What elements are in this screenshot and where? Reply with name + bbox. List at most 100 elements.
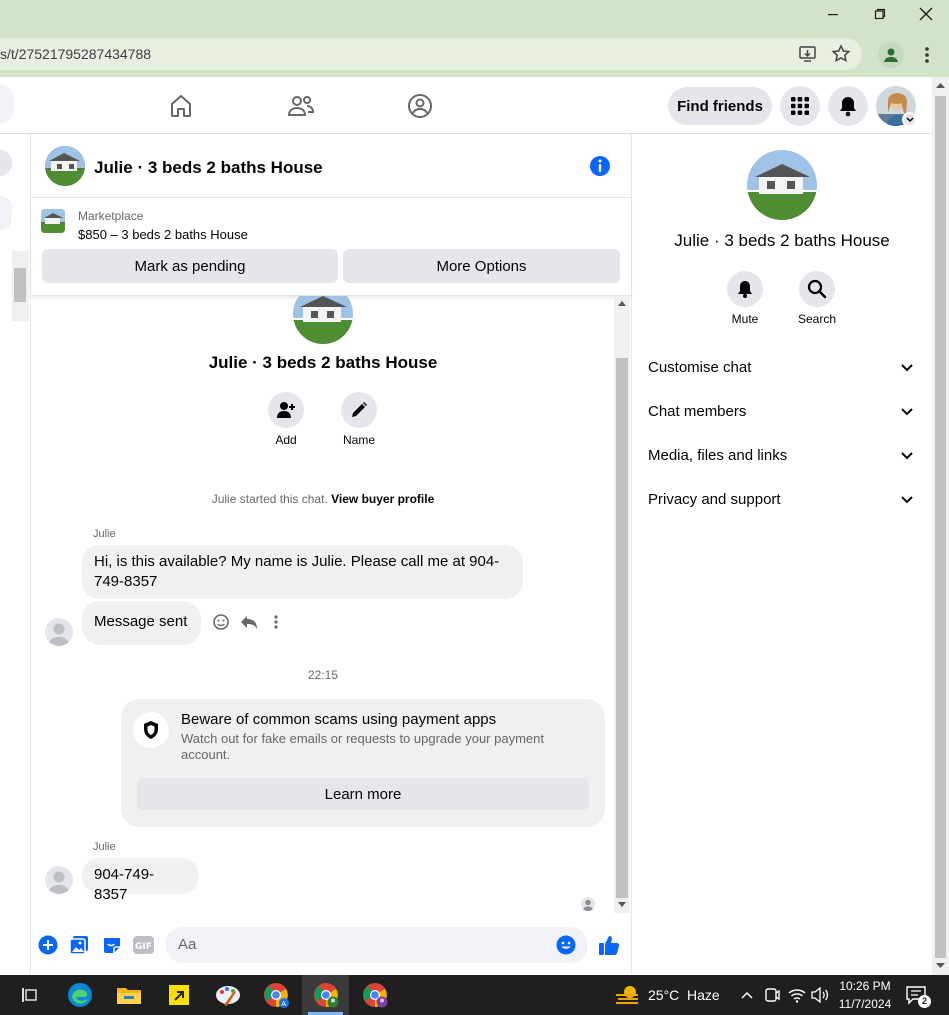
- groups-nav[interactable]: [405, 91, 435, 121]
- clock-time[interactable]: 10:26 PM: [836, 979, 894, 993]
- left-button-fragment[interactable]: [0, 150, 12, 176]
- account-avatar-button[interactable]: [876, 86, 917, 127]
- chevron-down-icon: [901, 408, 913, 416]
- conversation-info-button[interactable]: [589, 155, 611, 177]
- listing-thumbnail[interactable]: [41, 209, 65, 233]
- message-input[interactable]: Aa: [165, 927, 588, 963]
- scroll-up-icon[interactable]: [936, 82, 945, 88]
- browser-menu-button[interactable]: [917, 44, 937, 66]
- reply-button[interactable]: [239, 613, 259, 631]
- paint-app-button[interactable]: [214, 981, 242, 1009]
- restore-button[interactable]: [857, 0, 903, 28]
- learn-more-button[interactable]: Learn more: [137, 778, 589, 810]
- thread-scrollbar[interactable]: [614, 296, 630, 913]
- message-bubble[interactable]: 904-749-8357: [82, 858, 199, 903]
- react-button[interactable]: [212, 613, 230, 631]
- page-scrollbar[interactable]: [932, 77, 949, 975]
- chat-members-section[interactable]: Chat members: [648, 403, 918, 427]
- thread-scrollbar-thumb[interactable]: [616, 358, 628, 898]
- notification-center-button[interactable]: 2: [906, 985, 931, 1008]
- listing-summary[interactable]: $850 – 3 beds 2 baths House: [78, 227, 248, 242]
- gif-button[interactable]: GIF: [133, 936, 154, 954]
- chevron-down-icon: [901, 452, 913, 460]
- privacy-support-section[interactable]: Privacy and support: [648, 491, 918, 515]
- message-bubble[interactable]: Message sent: [82, 601, 201, 645]
- sticker-button[interactable]: [102, 935, 122, 955]
- send-like-button[interactable]: [598, 934, 620, 956]
- file-explorer-button[interactable]: [115, 981, 143, 1009]
- sender-avatar[interactable]: [45, 866, 73, 894]
- message-bubble[interactable]: Hi, is this available? My name is Julie.…: [82, 545, 523, 599]
- chrome-profile-c-button[interactable]: [361, 981, 389, 1009]
- intro-title: Julie · 3 beds 2 baths House: [208, 353, 438, 372]
- house-photo-icon: [747, 150, 817, 220]
- reply-icon: [241, 616, 257, 629]
- sticky-notes-button[interactable]: [165, 981, 193, 1009]
- volume-button[interactable]: [811, 986, 829, 1004]
- friends-nav[interactable]: [286, 91, 316, 121]
- house-photo-icon: [45, 146, 85, 186]
- chat-avatar[interactable]: [45, 146, 85, 186]
- default-avatar-icon: [582, 899, 594, 911]
- media-files-links-section[interactable]: Media, files and links: [648, 447, 918, 471]
- home-nav[interactable]: [166, 91, 196, 121]
- emoji-button[interactable]: [556, 935, 576, 955]
- account-dropdown[interactable]: [902, 112, 917, 127]
- chat-title[interactable]: Julie · 3 beds 2 baths House: [94, 158, 323, 178]
- section-label: Media, files and links: [648, 447, 788, 464]
- search-box-fragment[interactable]: [0, 85, 14, 123]
- minimize-icon: [828, 14, 838, 16]
- install-app-button[interactable]: [798, 44, 820, 66]
- weather-desc: Haze: [687, 987, 720, 1003]
- network-button[interactable]: [788, 987, 806, 1003]
- notifications-button[interactable]: [828, 86, 868, 126]
- view-buyer-profile-link[interactable]: View buyer profile: [331, 492, 434, 506]
- message-input-placeholder: Aa: [178, 936, 197, 953]
- minimize-button[interactable]: [810, 0, 856, 28]
- mute-button[interactable]: [727, 271, 763, 307]
- find-friends-button[interactable]: Find friends: [668, 87, 772, 125]
- more-actions-button[interactable]: [38, 935, 58, 955]
- mark-as-pending-button[interactable]: Mark as pending: [42, 249, 338, 283]
- chrome-profile-a-button[interactable]: A: [262, 981, 290, 1009]
- bookmark-button[interactable]: [831, 44, 853, 66]
- scroll-down-icon[interactable]: [618, 902, 626, 908]
- search-in-conversation-button[interactable]: [799, 271, 835, 307]
- edge-taskbar-button[interactable]: [66, 981, 94, 1009]
- left-scrollbar[interactable]: [12, 251, 29, 321]
- scam-notice-shield: [133, 712, 169, 748]
- close-window-button[interactable]: [903, 0, 949, 28]
- weather-widget[interactable]: [615, 984, 641, 1006]
- page-scrollbar-thumb[interactable]: [935, 96, 946, 958]
- scroll-up-icon[interactable]: [618, 300, 626, 306]
- task-view-icon: [22, 988, 37, 1002]
- plus-circle-icon: [38, 935, 58, 955]
- menu-button[interactable]: [780, 86, 820, 126]
- more-options-button[interactable]: More Options: [343, 249, 620, 283]
- emoji-icon: [556, 935, 576, 955]
- info-icon: [590, 156, 610, 176]
- meet-now-button[interactable]: [764, 986, 780, 1004]
- friends-icon: [287, 96, 315, 116]
- left-search-fragment[interactable]: [0, 196, 12, 230]
- intro-avatar[interactable]: [293, 296, 353, 344]
- add-people-button[interactable]: [268, 392, 304, 428]
- profile-button[interactable]: [878, 42, 904, 68]
- customise-chat-section[interactable]: Customise chat: [648, 359, 918, 383]
- right-panel-avatar[interactable]: [747, 150, 817, 220]
- omnibox[interactable]: s/t/27521795287434788: [0, 38, 862, 70]
- speaker-icon: [811, 986, 829, 1004]
- haze-weather-icon: [616, 986, 638, 1004]
- left-scrollbar-thumb[interactable]: [14, 268, 26, 302]
- chrome-profile-b-button[interactable]: [312, 981, 340, 1009]
- sender-avatar[interactable]: [45, 618, 73, 646]
- change-name-button[interactable]: [341, 392, 377, 428]
- message-more-button[interactable]: [268, 613, 284, 631]
- show-hidden-icons-button[interactable]: [740, 988, 754, 1002]
- attach-photo-button[interactable]: [69, 935, 89, 955]
- clock-date[interactable]: 11/7/2024: [836, 997, 894, 1011]
- right-panel-title: Julie · 3 beds 2 baths House: [674, 231, 890, 250]
- task-view-button[interactable]: [15, 981, 43, 1009]
- chevron-down-icon: [901, 496, 913, 504]
- scroll-down-icon[interactable]: [936, 963, 945, 969]
